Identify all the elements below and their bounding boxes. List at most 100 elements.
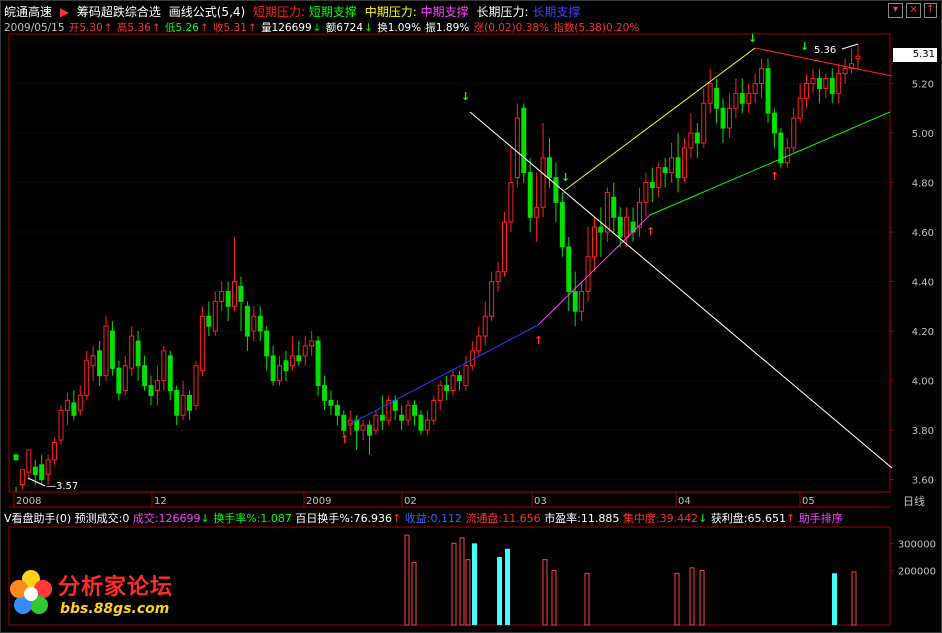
candle-up: [437, 385, 443, 401]
candle-down: [527, 172, 533, 218]
volume-bar-up: [851, 571, 857, 626]
candle-up: [855, 55, 861, 60]
price-axis-label: 5.20: [912, 80, 934, 91]
stock-name[interactable]: 皖通高速: [4, 5, 52, 19]
candle-down: [598, 226, 604, 233]
candle-up: [501, 221, 507, 273]
date-axis-label: 2009: [306, 496, 331, 507]
candle-up: [540, 157, 546, 208]
down-arrow-icon: ↓: [364, 22, 373, 34]
candle-up: [219, 290, 225, 302]
candle-up: [669, 157, 675, 174]
turnover-rate: 换手率%:1.087: [213, 512, 292, 525]
volume-bar-up: [584, 572, 590, 626]
open-value: 开5.30: [68, 22, 103, 34]
candle-up: [733, 92, 739, 109]
candle-down: [187, 394, 193, 411]
candle-down: [39, 464, 45, 481]
volume-bar-up: [451, 542, 457, 626]
forecast-volume: 预测成交:0: [74, 512, 130, 525]
concentration-value: 集中度:39.442: [622, 512, 699, 525]
short-support-label: 短期支撑: [308, 5, 357, 19]
candle-up: [591, 226, 597, 258]
maximize-button[interactable]: ↑: [924, 3, 937, 18]
candle-down: [238, 286, 244, 302]
candle-up: [823, 78, 829, 89]
change-value: 涨(0.02)0.38%: [473, 22, 550, 34]
period-label: 日线: [903, 494, 925, 508]
short-pressure-label: 短期压力:: [253, 5, 306, 19]
candle-down: [720, 107, 726, 129]
candle-down: [765, 68, 771, 114]
price-chart[interactable]: 5.20 5.00 4.80 4.60 4.40 4.20 4.00 3.80 3.60 2008…: [0, 0, 942, 633]
candle-up: [508, 182, 514, 223]
turnover-value: 换1.09%: [377, 22, 422, 34]
candle-down: [553, 177, 559, 203]
volume-value: 量126699: [261, 22, 312, 34]
candle-down: [13, 454, 19, 461]
buy-signal-arrow-icon: ↑: [770, 170, 779, 183]
long-support-line: [349, 324, 539, 425]
logo-text: 分析家论坛: [58, 575, 174, 600]
sell-signal-arrow-icon: ↓: [561, 171, 570, 184]
candle-up: [624, 216, 630, 238]
formula-params[interactable]: 画线公式(5,4): [169, 5, 245, 19]
candle-down: [566, 246, 572, 292]
candle-down: [334, 404, 340, 416]
price-panel-border: [8, 33, 891, 493]
candle-up: [842, 68, 848, 75]
volume-bar-up: [404, 534, 410, 626]
down-arrow-icon: ↓: [312, 22, 322, 34]
minimize-button[interactable]: ▾: [888, 3, 903, 18]
candle-down: [322, 385, 328, 401]
candle-up: [643, 182, 649, 203]
candle-down: [71, 402, 77, 416]
candle-down: [611, 196, 617, 218]
up-arrow-icon: ↑: [151, 22, 161, 34]
up-arrow-icon: ↑: [247, 22, 257, 34]
candle-down: [97, 350, 103, 377]
volume-bar-up: [551, 570, 557, 626]
candle-down: [116, 367, 122, 394]
indicator-name[interactable]: V看盘助手(0): [4, 512, 71, 525]
title-bar: 皖通高速 ▶ 筹码超跌综合选 画线公式(5,4) 短期压力: 短期支撑 中期压力…: [4, 3, 584, 19]
candle-down: [174, 389, 180, 416]
sell-signal-arrow-icon: ↓: [800, 40, 809, 53]
candle-up: [797, 97, 803, 119]
close-button[interactable]: ×: [906, 3, 921, 18]
candle-up: [193, 365, 199, 406]
candle-down: [521, 107, 527, 174]
candle-up: [309, 340, 315, 347]
volume-bar-up: [542, 559, 548, 626]
formula-name[interactable]: 筹码超跌综合选: [77, 5, 161, 19]
flower-logo-icon: [10, 570, 52, 614]
candle-up: [232, 281, 238, 307]
candle-up: [360, 424, 366, 431]
high-marker-line: [841, 43, 859, 50]
volume-axis-label: 300000: [898, 539, 936, 550]
candle-up: [277, 365, 283, 382]
down-arrow-icon: ↓: [698, 512, 708, 525]
candle-down: [270, 355, 276, 382]
play-arrow-icon[interactable]: ▶: [60, 5, 69, 19]
candle-down: [412, 404, 417, 416]
candle-down: [283, 360, 289, 372]
candle-down: [418, 414, 424, 431]
candle-down: [617, 216, 623, 238]
float-value: 流通盘:11.656: [465, 512, 541, 525]
candle-down: [771, 112, 777, 134]
logo-url[interactable]: bbs.88gs.com: [60, 601, 169, 617]
up-arrow-icon: ↑: [786, 512, 796, 525]
candle-down: [244, 305, 250, 337]
buy-signal-arrow-icon: ↑: [340, 433, 349, 446]
price-axis-label: 3.80: [912, 426, 934, 437]
candle-up: [405, 404, 411, 421]
candle-up: [212, 300, 218, 332]
candle-down: [296, 355, 302, 362]
sell-signal-arrow-icon: ↓: [461, 90, 470, 103]
candle-up: [804, 83, 810, 99]
candle-down: [264, 330, 270, 357]
candle-down: [32, 466, 38, 476]
candle-down: [315, 340, 321, 387]
candle-up: [154, 380, 160, 391]
